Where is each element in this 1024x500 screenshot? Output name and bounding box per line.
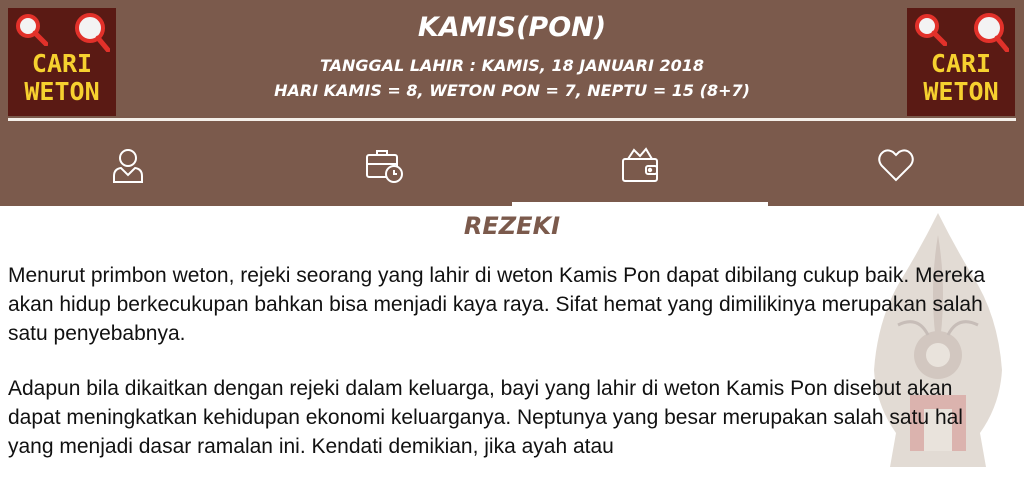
briefcase-clock-icon xyxy=(366,150,403,183)
magnifier-icon xyxy=(915,14,947,46)
wallet-icon xyxy=(622,147,658,182)
page-title: KAMIS(PON) xyxy=(417,12,607,43)
header-divider xyxy=(8,118,1016,121)
birth-date-line: TANGGAL LAHIR : KAMIS, 18 JANUARI 2018 xyxy=(319,56,705,75)
heart-icon xyxy=(878,149,914,182)
logo-text-line2: WETON xyxy=(923,77,999,106)
tab-profile[interactable] xyxy=(0,124,256,206)
selected-tab-indicator xyxy=(512,202,768,206)
content-paragraph: Adapun bila dikaitkan dengan rejeki dala… xyxy=(8,377,963,458)
section-title: REZEKI xyxy=(463,212,561,240)
tab-bar xyxy=(0,124,1024,206)
neptu-line: HARI KAMIS = 8, WETON PON = 7, NEPTU = 1… xyxy=(274,81,750,100)
tab-fortune[interactable] xyxy=(512,124,768,206)
magnifier-icon xyxy=(974,13,1009,52)
tab-love[interactable] xyxy=(768,124,1024,206)
tab-career[interactable] xyxy=(256,124,512,206)
content-paragraph: Menurut primbon weton, rejeki seorang ya… xyxy=(8,264,986,345)
logo-text-line1: CARI xyxy=(930,49,992,78)
cari-weton-logo[interactable]: CARI WETON xyxy=(907,8,1015,116)
app-header: CARI WETON KAMIS(PON) TANGGAL LAHIR : KA… xyxy=(0,0,1024,124)
person-icon xyxy=(113,149,143,183)
